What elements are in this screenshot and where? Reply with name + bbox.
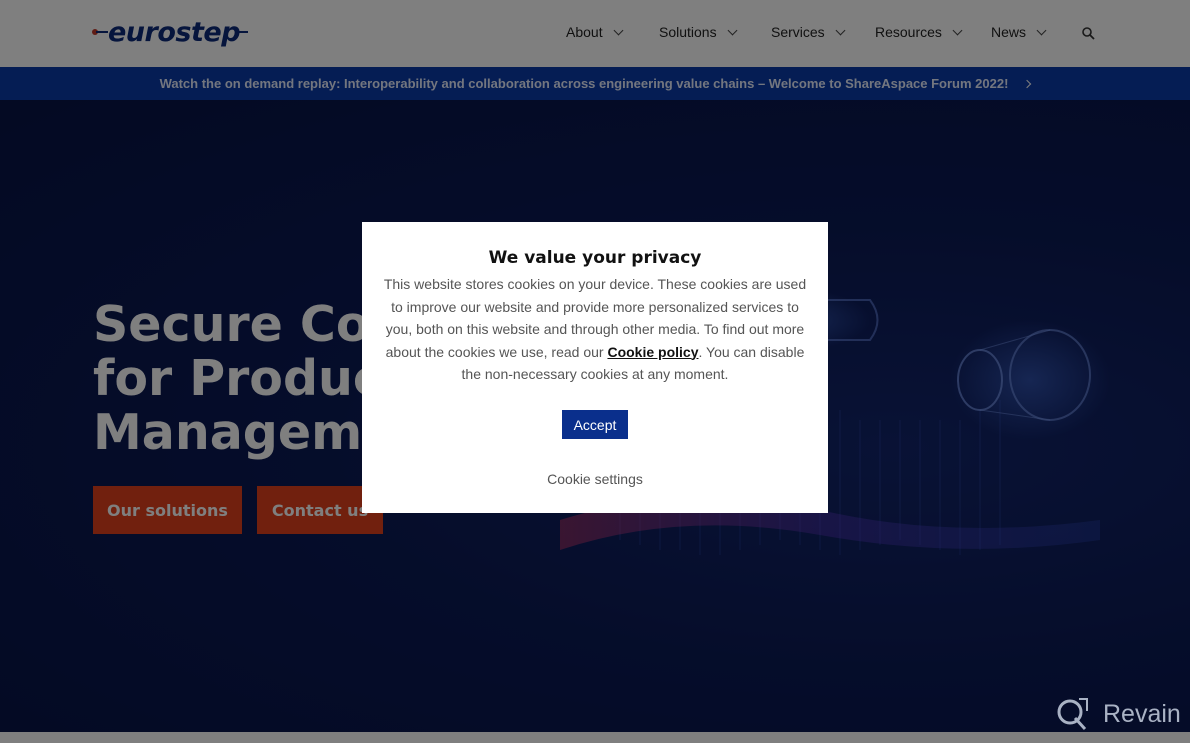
cookie-consent-dialog: We value your privacy This website store… <box>362 222 828 513</box>
cookie-dialog-body: This website stores cookies on your devi… <box>378 273 812 386</box>
revain-text: Revain <box>1103 699 1181 728</box>
revain-logo-icon <box>1057 698 1088 731</box>
revain-watermark: Revain <box>1055 697 1181 731</box>
cookie-settings-link[interactable]: Cookie settings <box>362 471 828 487</box>
cookie-dialog-title: We value your privacy <box>488 248 702 268</box>
cookie-policy-link[interactable]: Cookie policy <box>607 344 698 360</box>
accept-cookies-button[interactable]: Accept <box>562 410 628 439</box>
